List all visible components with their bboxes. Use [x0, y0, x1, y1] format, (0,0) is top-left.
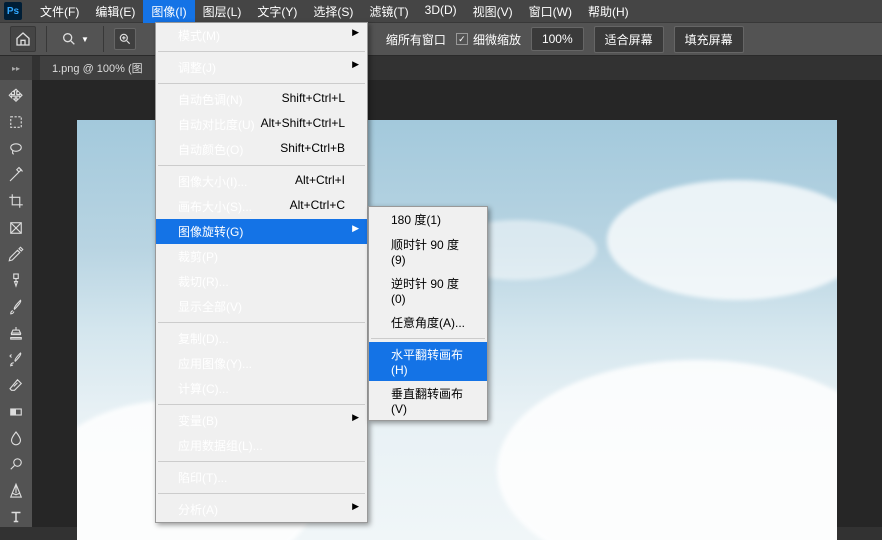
zoom-level-button[interactable]: 100% [531, 27, 584, 51]
menu-entry: 陷印(T)... [156, 465, 367, 490]
menu-item[interactable]: 视图(V) [465, 0, 521, 23]
options-bar: ▼ 缩所有窗口 ✓ 细微缩放 100% 适合屏幕 填充屏幕 [0, 22, 882, 56]
menu-item[interactable]: 图像(I) [143, 0, 194, 23]
menu-item[interactable]: 文件(F) [32, 0, 87, 23]
menu-entry[interactable]: 变量(B)▶ [156, 408, 367, 433]
menu-entry[interactable]: 应用图像(Y)... [156, 351, 367, 376]
gradient-tool[interactable] [5, 402, 27, 422]
menu-item[interactable]: 图层(L) [195, 0, 250, 23]
menu-item[interactable]: 选择(S) [305, 0, 361, 23]
divider [46, 26, 47, 52]
menu-bar: Ps 文件(F)编辑(E)图像(I)图层(L)文字(Y)选择(S)滤镜(T)3D… [0, 0, 882, 22]
submenu-entry[interactable]: 顺时针 90 度(9) [369, 232, 487, 271]
pen-tool[interactable] [5, 480, 27, 500]
type-tool[interactable] [5, 507, 27, 527]
submenu-arrow-icon: ▶ [352, 501, 359, 512]
dodge-tool[interactable] [5, 454, 27, 474]
menu-entry[interactable]: 模式(M)▶ [156, 23, 367, 48]
menu-separator [158, 165, 365, 166]
menu-entry[interactable]: 画布大小(S)...Alt+Ctrl+C [156, 194, 367, 219]
menu-item[interactable]: 窗口(W) [521, 0, 580, 23]
menu-separator [158, 493, 365, 494]
menu-item[interactable]: 文字(Y) [249, 0, 305, 23]
menu-entry[interactable]: 裁切(R)... [156, 269, 367, 294]
menu-separator [158, 322, 365, 323]
menu-entry[interactable]: 自动色调(N)Shift+Ctrl+L [156, 87, 367, 112]
submenu-entry[interactable]: 逆时针 90 度(0) [369, 271, 487, 310]
menu-entry[interactable]: 分析(A)▶ [156, 497, 367, 522]
submenu-arrow-icon: ▶ [352, 59, 359, 70]
menu-item[interactable]: 滤镜(T) [361, 0, 416, 23]
menu-entry[interactable]: 图像旋转(G)▶ [156, 219, 367, 244]
menu-separator [158, 51, 365, 52]
panel-toggle[interactable]: ▸▸ [0, 56, 32, 80]
blur-tool[interactable] [5, 428, 27, 448]
scrubby-zoom-label: 细微缩放 [473, 31, 521, 48]
menu-entry[interactable]: 计算(C)... [156, 376, 367, 401]
menu-entry[interactable]: 调整(J)▶ [156, 55, 367, 80]
menu-entry[interactable]: 自动颜色(O)Shift+Ctrl+B [156, 137, 367, 162]
submenu-entry[interactable]: 180 度(1) [369, 207, 487, 232]
menu-item[interactable]: 编辑(E) [87, 0, 143, 23]
menu-entry[interactable]: 自动对比度(U)Alt+Shift+Ctrl+L [156, 112, 367, 137]
tools-panel [0, 80, 32, 527]
submenu-arrow-icon: ▶ [352, 412, 359, 423]
menu-separator [158, 404, 365, 405]
zoom-tool-dropdown[interactable]: ▼ [57, 27, 93, 51]
menu-item[interactable]: 帮助(H) [580, 0, 637, 23]
menu-entry: 裁剪(P) [156, 244, 367, 269]
menu-item[interactable]: 3D(D) [417, 0, 465, 23]
eraser-tool[interactable] [5, 375, 27, 395]
eyedropper-tool[interactable] [5, 244, 27, 264]
check-icon: ✓ [456, 33, 468, 45]
brush-tool[interactable] [5, 296, 27, 316]
submenu-entry[interactable]: 任意角度(A)... [369, 310, 487, 335]
fill-screen-button[interactable]: 填充屏幕 [674, 26, 744, 53]
home-button[interactable] [10, 26, 36, 52]
submenu-arrow-icon: ▶ [352, 223, 359, 234]
menu-separator [371, 338, 485, 339]
app-logo: Ps [4, 2, 22, 20]
fit-windows-label: 缩所有窗口 [386, 31, 446, 48]
document-tab-bar: 1.png @ 100% (图 [0, 56, 882, 80]
submenu-arrow-icon: ▶ [352, 27, 359, 38]
image-rotation-submenu: 180 度(1)顺时针 90 度(9)逆时针 90 度(0)任意角度(A)...… [368, 206, 488, 421]
menu-entry: 应用数据组(L)... [156, 433, 367, 458]
frame-tool[interactable] [5, 217, 27, 237]
move-tool[interactable] [5, 86, 27, 106]
zoom-in-button[interactable] [114, 28, 136, 50]
menu-entry[interactable]: 显示全部(V) [156, 294, 367, 319]
lasso-tool[interactable] [5, 139, 27, 159]
healing-brush-tool[interactable] [5, 270, 27, 290]
scrubby-zoom-checkbox[interactable]: ✓ 细微缩放 [456, 31, 521, 48]
menu-entry[interactable]: 复制(D)... [156, 326, 367, 351]
crop-tool[interactable] [5, 191, 27, 211]
clone-stamp-tool[interactable] [5, 323, 27, 343]
magic-wand-tool[interactable] [5, 165, 27, 185]
history-brush-tool[interactable] [5, 349, 27, 369]
document-tab[interactable]: 1.png @ 100% (图 [40, 56, 155, 80]
divider [103, 26, 104, 52]
submenu-entry[interactable]: 垂直翻转画布(V) [369, 381, 487, 420]
menu-separator [158, 461, 365, 462]
chevron-down-icon: ▼ [81, 35, 89, 44]
marquee-tool[interactable] [5, 112, 27, 132]
image-menu-dropdown: 模式(M)▶ 调整(J)▶ 自动色调(N)Shift+Ctrl+L自动对比度(U)A… [155, 22, 368, 523]
menu-entry[interactable]: 图像大小(I)...Alt+Ctrl+I [156, 169, 367, 194]
menu-separator [158, 83, 365, 84]
submenu-entry[interactable]: 水平翻转画布(H) [369, 342, 487, 381]
fit-screen-button[interactable]: 适合屏幕 [594, 26, 664, 53]
